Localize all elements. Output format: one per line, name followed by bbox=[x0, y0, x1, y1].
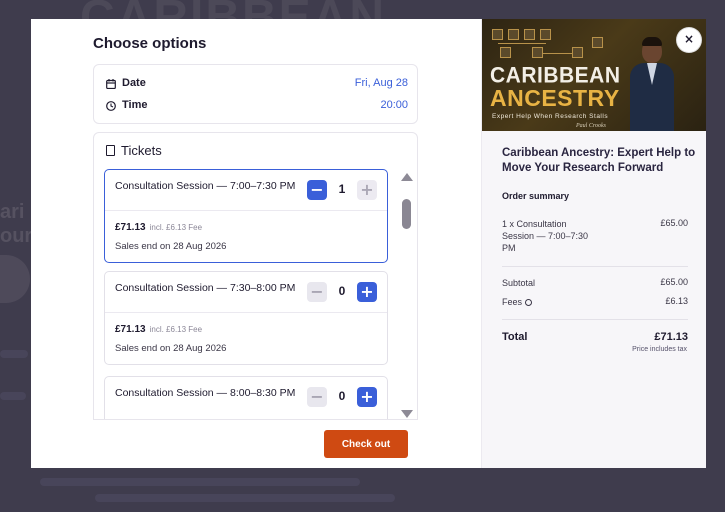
background-text-line bbox=[0, 392, 26, 400]
ticket-sales-end: Sales end on 28 Aug 2026 bbox=[115, 343, 227, 354]
scroll-up-arrow-icon[interactable] bbox=[401, 173, 413, 181]
scroll-down-arrow-icon[interactable] bbox=[401, 410, 413, 418]
presenter-hair bbox=[642, 37, 662, 46]
increase-quantity-button[interactable]: + bbox=[357, 180, 377, 200]
increase-quantity-button[interactable]: + bbox=[357, 387, 377, 407]
background-side-text: ari our bbox=[0, 200, 32, 248]
family-tree-icon bbox=[500, 47, 511, 58]
family-tree-line bbox=[498, 43, 546, 44]
presenter-photo bbox=[628, 37, 676, 131]
options-panel: Choose options Date Fri, Aug 28 Time 20:… bbox=[31, 19, 481, 468]
family-tree-icon bbox=[572, 47, 583, 58]
order-summary-heading: Order summary bbox=[502, 191, 570, 201]
family-tree-icon bbox=[592, 37, 603, 48]
ticket-quantity: 0 bbox=[338, 389, 346, 403]
tickets-heading-row: Tickets bbox=[106, 143, 162, 158]
decrease-quantity-button[interactable]: − bbox=[307, 387, 327, 407]
quantity-stepper: − 0 + bbox=[307, 282, 377, 302]
ticket-price-row: £71.13 incl. £6.13 Fee bbox=[115, 222, 202, 233]
ticket-name: Consultation Session — 7:00–7:30 PM bbox=[115, 180, 296, 192]
info-icon[interactable] bbox=[525, 299, 533, 306]
decrease-quantity-button[interactable]: − bbox=[307, 282, 327, 302]
quantity-stepper: − 1 + bbox=[307, 180, 377, 200]
increase-quantity-button[interactable]: + bbox=[357, 282, 377, 302]
tickets-card: Tickets Consultation Session — 7:00–7:30… bbox=[93, 132, 418, 468]
ticket-icon bbox=[106, 145, 115, 156]
banner-title-line-2: ANCESTRY bbox=[490, 85, 620, 111]
total-label: Total bbox=[502, 331, 528, 343]
background-avatar bbox=[0, 255, 30, 303]
family-tree-line bbox=[542, 53, 572, 54]
time-label: Time bbox=[122, 99, 148, 111]
line-item-label: 1 x Consultation Session — 7:00–7:30 PM bbox=[502, 219, 589, 253]
calendar-icon bbox=[106, 79, 116, 89]
banner-signature: Paul Crooks bbox=[576, 123, 606, 129]
ticket-name: Consultation Session — 8:00–8:30 PM bbox=[115, 387, 296, 399]
ticket-fee: incl. £6.13 Fee bbox=[149, 223, 203, 232]
tax-note: Price includes tax bbox=[632, 346, 687, 353]
modal-heading: Choose options bbox=[93, 35, 207, 52]
time-value: 20:00 bbox=[380, 99, 408, 111]
modal-footer: Check out bbox=[93, 419, 418, 468]
family-tree-icon bbox=[524, 29, 535, 40]
background-text-line bbox=[95, 494, 395, 502]
date-time-card: Date Fri, Aug 28 Time 20:00 bbox=[93, 64, 418, 124]
ticket-name: Consultation Session — 7:30–8:00 PM bbox=[115, 282, 296, 294]
fees-row: Fees £6.13 bbox=[502, 296, 688, 310]
ticket-divider bbox=[105, 312, 387, 313]
family-tree-icon bbox=[492, 29, 503, 40]
tickets-heading: Tickets bbox=[121, 143, 162, 158]
subtotal-value: £65.00 bbox=[660, 277, 688, 287]
ticket-price-row: £71.13 incl. £6.13 Fee bbox=[115, 324, 202, 335]
line-item-value: £65.00 bbox=[660, 218, 688, 228]
close-icon[interactable]: × bbox=[677, 28, 701, 52]
ticket-fee: incl. £6.13 Fee bbox=[149, 325, 203, 334]
ticket-divider bbox=[105, 210, 387, 211]
choose-options-modal: Choose options Date Fri, Aug 28 Time 20:… bbox=[31, 19, 706, 468]
subtotal-label: Subtotal bbox=[502, 278, 536, 288]
family-tree-icon bbox=[508, 29, 519, 40]
ticket-price: £71.13 bbox=[115, 324, 146, 335]
ticket-option-1[interactable]: Consultation Session — 7:00–7:30 PM − 1 … bbox=[104, 169, 388, 263]
summary-divider bbox=[502, 266, 688, 267]
event-banner-image: CARIBBEAN ANCESTRY Expert Help When Rese… bbox=[482, 19, 706, 131]
event-title: Caribbean Ancestry: Expert Help to Move … bbox=[502, 147, 696, 174]
date-label: Date bbox=[122, 77, 146, 89]
family-tree-icon bbox=[540, 29, 551, 40]
date-row: Date Fri, Aug 28 bbox=[106, 77, 408, 95]
background-text-line bbox=[40, 478, 360, 486]
order-summary-panel: CARIBBEAN ANCESTRY Expert Help When Rese… bbox=[481, 19, 706, 468]
background-side-line: ari bbox=[0, 201, 25, 223]
ticket-option-2[interactable]: Consultation Session — 7:30–8:00 PM − 0 … bbox=[104, 271, 388, 365]
summary-divider bbox=[502, 319, 688, 320]
clock-icon bbox=[106, 101, 116, 111]
scrollbar-thumb[interactable] bbox=[402, 199, 411, 229]
fees-value: £6.13 bbox=[665, 296, 688, 306]
ticket-sales-end: Sales end on 28 Aug 2026 bbox=[115, 241, 227, 252]
tickets-scrollbar[interactable] bbox=[399, 173, 413, 418]
time-row: Time 20:00 bbox=[106, 99, 408, 117]
ticket-quantity: 0 bbox=[338, 284, 346, 298]
total-row: Total £71.13 bbox=[502, 331, 688, 343]
background-text-line bbox=[0, 350, 28, 358]
fees-label: Fees bbox=[502, 297, 523, 307]
total-value: £71.13 bbox=[654, 331, 688, 343]
banner-tagline: Expert Help When Research Stalls bbox=[492, 113, 609, 120]
checkout-button[interactable]: Check out bbox=[324, 430, 408, 458]
fees-label-group: Fees bbox=[502, 296, 533, 308]
date-value: Fri, Aug 28 bbox=[354, 77, 408, 89]
ticket-quantity: 1 bbox=[338, 182, 346, 196]
summary-line-item: 1 x Consultation Session — 7:00–7:30 PM … bbox=[502, 218, 688, 258]
background-side-line: our bbox=[0, 225, 33, 247]
subtotal-row: Subtotal £65.00 bbox=[502, 277, 688, 291]
ticket-price: £71.13 bbox=[115, 222, 146, 233]
decrease-quantity-button[interactable]: − bbox=[307, 180, 327, 200]
quantity-stepper: − 0 + bbox=[307, 387, 377, 407]
